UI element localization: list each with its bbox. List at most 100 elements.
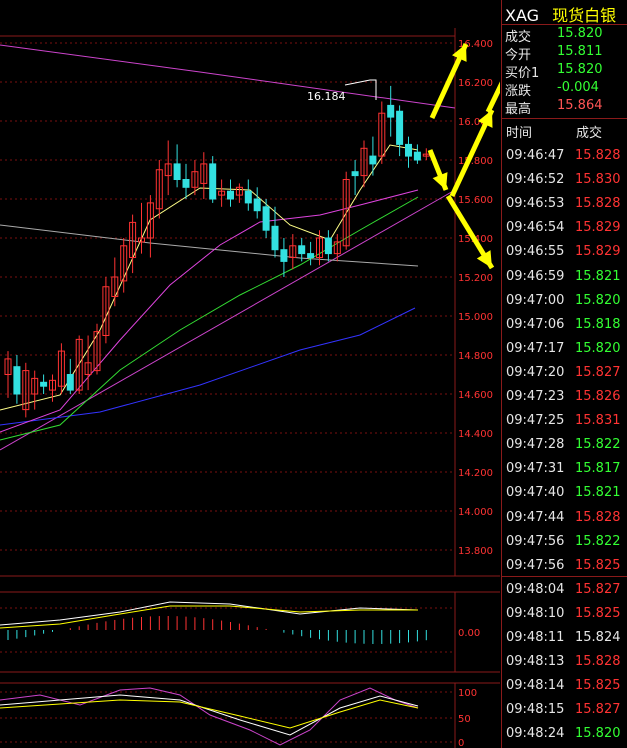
tick-row[interactable]: 09:47:28 15.822 (502, 437, 627, 459)
tick-row[interactable]: 09:46:54 15.829 (502, 220, 627, 242)
quote-row: 最高 15.864 (505, 98, 625, 118)
tick-time: 09:46:52 (506, 172, 565, 188)
tick-row[interactable]: 09:47:00 15.820 (502, 293, 627, 315)
candle-body (173, 163, 181, 180)
candle-body (262, 206, 270, 231)
tick-time: 09:48:13 (506, 654, 565, 670)
tick-price: 15.829 (575, 220, 621, 236)
trend-line-lower (0, 189, 456, 451)
tick-row[interactable]: 09:47:25 15.831 (502, 413, 627, 435)
high-marker (344, 79, 377, 100)
tick-price: 15.830 (575, 172, 621, 188)
quote-row: 成交 15.820 (505, 26, 625, 46)
tick-row[interactable]: 09:48:14 15.825 (502, 678, 627, 700)
tick-price: 15.829 (575, 244, 621, 260)
tick-time: 09:48:10 (506, 605, 565, 621)
instrument-header: XAG 现货白银 (505, 2, 616, 26)
tick-row[interactable]: 09:48:10 15.825 (502, 606, 627, 628)
tick-row[interactable]: 09:47:56 15.822 (502, 534, 627, 556)
quote-panel: XAG 现货白银 成交 15.820 今开 15.811 买价1 15.820 涨跌 -0.0… (501, 0, 627, 748)
candle-body (13, 366, 21, 395)
tick-time: 09:47:17 (506, 340, 565, 356)
kline-chart[interactable]: 0.00100500 16.40016.20016.00015.80015.60… (0, 0, 500, 748)
tick-row[interactable]: 09:46:55 15.829 (502, 244, 627, 266)
candle-body (351, 171, 359, 177)
ticks-header-time: 时间 (506, 126, 533, 141)
indicator-axis-label: 50 (458, 714, 471, 725)
tick-row[interactable]: 09:47:44 15.828 (502, 510, 627, 532)
tick-row[interactable]: 09:47:17 15.820 (502, 341, 627, 363)
y-tick-label: 15.000 (458, 312, 493, 323)
quote-row: 涨跌 -0.004 (505, 80, 625, 100)
quote-label: 涨跌 (505, 84, 532, 99)
tick-time: 09:48:15 (506, 702, 565, 718)
tick-time: 09:46:53 (506, 196, 565, 212)
candle-body (271, 225, 279, 251)
candle-body (227, 190, 234, 200)
y-tick-label: 14.200 (458, 468, 493, 479)
tick-time: 09:47:28 (506, 437, 565, 453)
tick-time: 09:48:04 (506, 581, 565, 597)
tick-row[interactable]: 09:46:52 15.830 (502, 172, 627, 194)
indicator-axis-label: 0.00 (458, 628, 480, 639)
tick-time: 09:47:40 (506, 485, 565, 501)
quote-label: 买价1 (505, 66, 540, 81)
candle-body (413, 151, 421, 161)
tick-time: 09:47:31 (506, 461, 565, 477)
y-tick-label: 13.800 (458, 546, 493, 557)
tick-price: 15.827 (575, 581, 621, 597)
indicator-gridlines: 0.00 100 50 0 (0, 575, 500, 748)
tick-row[interactable]: 09:46:53 15.828 (502, 196, 627, 218)
tick-price: 15.824 (575, 630, 621, 645)
quote-label: 今开 (505, 48, 532, 63)
y-tick-label: 14.600 (458, 390, 493, 401)
tick-price: 15.825 (575, 605, 621, 621)
tick-time: 09:46:47 (506, 148, 565, 163)
tick-time: 09:48:11 (506, 630, 565, 645)
candle-body (209, 163, 217, 200)
tick-price: 15.822 (575, 533, 621, 549)
tick-row[interactable]: 09:48:04 15.827 (502, 582, 627, 604)
tick-row[interactable]: 09:47:31 15.817 (502, 461, 627, 483)
quote-label: 成交 (505, 30, 532, 45)
tick-time: 09:48:14 (506, 678, 565, 694)
tick-row[interactable]: 09:48:13 15.828 (502, 654, 627, 676)
y-tick-label: 16.200 (458, 78, 493, 89)
tick-price: 15.825 (575, 557, 621, 573)
candle-body (40, 381, 48, 387)
candle-body (66, 374, 74, 391)
tick-row[interactable]: 09:47:06 15.818 (502, 317, 627, 339)
tick-row[interactable]: 09:48:24 15.820 (502, 726, 627, 748)
tick-time: 09:47:20 (506, 364, 565, 380)
tick-price: 15.822 (575, 437, 621, 453)
tick-price: 15.818 (575, 316, 621, 332)
tick-row[interactable]: 09:46:47 15.828 (502, 148, 627, 170)
candle-body (244, 190, 252, 204)
quote-label: 最高 (505, 102, 532, 117)
quote-value: -0.004 (557, 80, 599, 95)
ma-green (0, 196, 419, 441)
tick-row[interactable]: 09:48:15 15.827 (502, 702, 627, 724)
symbol-label: XAG (505, 6, 540, 25)
tick-price: 15.820 (575, 340, 621, 356)
tick-row[interactable]: 09:47:40 15.821 (502, 485, 627, 507)
candlesticks (4, 79, 430, 418)
tick-time: 09:47:23 (506, 389, 565, 404)
tick-price: 15.828 (575, 654, 621, 670)
tick-time: 09:46:59 (506, 268, 565, 284)
divider (502, 118, 627, 119)
tick-time: 09:47:56 (506, 533, 565, 549)
tick-row[interactable]: 09:48:11 15.824 (502, 630, 627, 652)
tick-row[interactable]: 09:47:23 15.826 (502, 389, 627, 411)
tick-price: 15.817 (575, 461, 621, 477)
candle-body (396, 110, 404, 145)
tick-price: 15.828 (575, 148, 621, 163)
tick-price: 15.827 (575, 702, 621, 718)
ticks-header-price: 成交 (576, 126, 603, 141)
tick-price: 15.820 (575, 726, 621, 742)
y-tick-label: 15.600 (458, 195, 493, 206)
y-tick-label: 14.800 (458, 351, 493, 362)
tick-row[interactable]: 09:46:59 15.821 (502, 269, 627, 291)
quote-value: 15.820 (557, 62, 603, 77)
tick-row[interactable]: 09:47:20 15.827 (502, 365, 627, 387)
